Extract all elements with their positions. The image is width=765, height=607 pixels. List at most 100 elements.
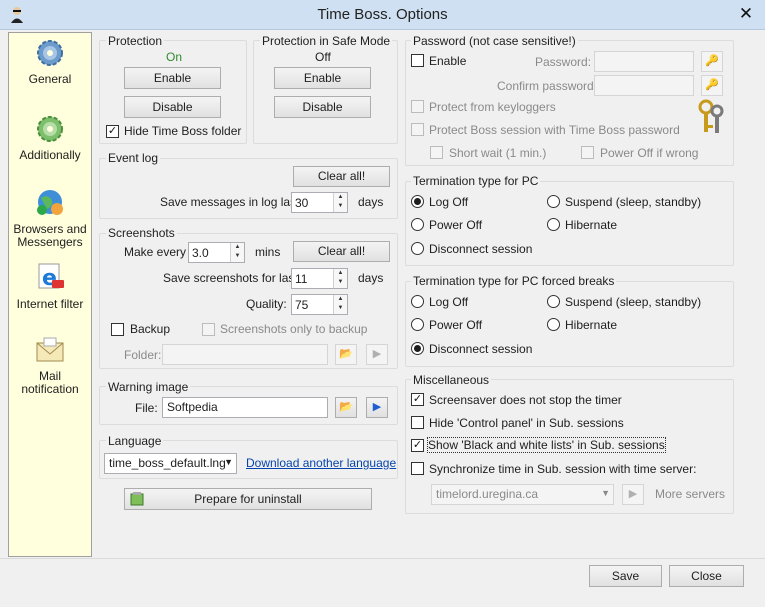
warning-browse-button[interactable]: 📂 <box>335 397 357 418</box>
forced-hibernate-radio[interactable] <box>547 318 560 331</box>
confirm-password-field[interactable] <box>594 75 694 96</box>
sidebar-item-label: Additionally <box>19 148 81 162</box>
safe-mode-enable-button[interactable]: Enable <box>274 67 371 89</box>
protection-disable-button[interactable]: Disable <box>124 96 221 118</box>
uninstall-icon <box>129 491 145 513</box>
safe-mode-disable-button[interactable]: Disable <box>274 96 371 118</box>
forced-suspend-radio[interactable] <box>547 295 560 308</box>
show-lists-checkbox[interactable]: ✓ <box>411 439 424 452</box>
misc-title: Miscellaneous <box>411 373 492 387</box>
backup-checkbox[interactable] <box>111 323 124 336</box>
sync-time-checkbox[interactable] <box>411 462 424 475</box>
hide-folder-checkbox[interactable]: ✓ <box>106 125 119 138</box>
screensaver-checkbox[interactable]: ✓ <box>411 393 424 406</box>
play-icon: ▶ <box>628 488 638 500</box>
termination-forced-title: Termination type for PC forced breaks <box>411 274 617 288</box>
key-button[interactable]: 🔑 <box>701 51 723 72</box>
backup-label: Backup <box>130 322 171 336</box>
language-selected: time_boss_default.lng <box>109 456 226 470</box>
sidebar-item-label: General <box>28 72 72 86</box>
password-label: Password: <box>535 55 592 69</box>
event-log-clear-button[interactable]: Clear all! <box>293 166 390 187</box>
confirm-password-label: Confirm password: <box>497 79 598 93</box>
prepare-uninstall-button[interactable]: Prepare for uninstall <box>124 488 372 510</box>
folder-browse-button[interactable]: 📂 <box>335 344 357 365</box>
folder-label: Folder: <box>124 348 162 362</box>
sidebar-item-additionally[interactable]: Additionally <box>9 113 91 162</box>
password-field[interactable] <box>594 51 694 72</box>
quality-spinner[interactable]: 75 ▲ ▼ <box>291 294 348 315</box>
termination-suspend-radio[interactable] <box>547 195 560 208</box>
warning-preview-button[interactable]: ▶ <box>366 397 388 418</box>
close-button[interactable]: Close <box>669 565 744 587</box>
spinner-arrows-icon[interactable]: ▲ ▼ <box>333 193 347 212</box>
keys-icon <box>695 99 727 138</box>
event-log-days-spinner[interactable]: 30 ▲ ▼ <box>291 192 348 213</box>
event-log-days-unit: days <box>358 195 384 209</box>
sidebar-item-general[interactable]: General <box>9 37 91 86</box>
protection-enable-button[interactable]: Enable <box>124 67 221 89</box>
forced-logoff-radio[interactable] <box>411 295 424 308</box>
play-icon: ▶ <box>372 348 382 360</box>
warning-file-field[interactable]: Softpedia <box>162 397 328 418</box>
title-bar: Time Boss. Options ✕ <box>0 0 765 30</box>
forced-poweroff-radio[interactable] <box>411 318 424 331</box>
sidebar-item-mail-notification[interactable]: Mail notification <box>9 334 91 396</box>
termination-poweroff-radio[interactable] <box>411 218 424 231</box>
spinner-arrows-icon[interactable]: ▲ ▼ <box>333 269 347 288</box>
sidebar-item-internet-filter[interactable]: e Internet filter <box>9 260 91 311</box>
termination-hibernate-radio[interactable] <box>547 218 560 231</box>
event-log-days-value: 30 <box>295 196 309 210</box>
safe-mode-status: Off <box>315 50 331 64</box>
boss-session-checkbox[interactable] <box>411 123 424 136</box>
sidebar-item-browsers[interactable]: Browsers and Messengers <box>9 185 91 249</box>
screenshot-interval-value: 3.0 <box>192 246 209 260</box>
forced-hibernate-label: Hibernate <box>565 318 618 332</box>
key-icon: 🔑 <box>705 79 719 91</box>
save-button[interactable]: Save <box>589 565 662 587</box>
time-server-select[interactable]: timelord.uregina.ca ▼ <box>431 484 614 505</box>
termination-logoff-radio[interactable] <box>411 195 424 208</box>
quality-label: Quality: <box>246 297 287 311</box>
password-enable-checkbox[interactable] <box>411 54 424 67</box>
language-select[interactable]: time_boss_default.lng ▼ <box>104 453 237 474</box>
screenshots-save-label: Save screenshots for last <box>163 271 298 285</box>
key-icon: 🔑 <box>705 55 719 67</box>
only-backup-checkbox[interactable] <box>202 323 215 336</box>
screenshots-title: Screenshots <box>106 226 177 240</box>
power-off-wrong-checkbox[interactable] <box>581 146 594 159</box>
sidebar-item-label: Browsers and Messengers <box>13 222 87 249</box>
spinner-arrows-icon[interactable]: ▲ ▼ <box>230 243 244 262</box>
short-wait-checkbox[interactable] <box>430 146 443 159</box>
termination-disconnect-radio[interactable] <box>411 242 424 255</box>
show-lists-label: Show 'Black and white lists' in Sub. ses… <box>427 437 666 453</box>
only-backup-label: Screenshots only to backup <box>220 322 368 336</box>
screenshot-interval-spinner[interactable]: 3.0 ▲ ▼ <box>188 242 245 263</box>
keyloggers-checkbox[interactable] <box>411 100 424 113</box>
folder-icon: 📂 <box>339 401 353 413</box>
screenshots-days-unit: days <box>358 271 384 285</box>
forced-logoff-label: Log Off <box>429 295 469 309</box>
folder-open-button[interactable]: ▶ <box>366 344 388 365</box>
hide-control-panel-checkbox[interactable] <box>411 416 424 429</box>
forced-disconnect-radio[interactable] <box>411 342 424 355</box>
hide-control-panel-label: Hide 'Control panel' in Sub. sessions <box>429 416 624 430</box>
more-servers-label: More servers <box>655 487 726 501</box>
download-language-link[interactable]: Download another language <box>246 456 396 470</box>
screenshots-clear-button[interactable]: Clear all! <box>293 241 390 262</box>
termination-suspend-label: Suspend (sleep, standby) <box>565 195 702 209</box>
close-window-button[interactable]: ✕ <box>735 3 757 25</box>
termination-disconnect-label: Disconnect session <box>429 242 533 256</box>
event-log-save-label: Save messages in log last <box>160 195 300 209</box>
warning-image-title: Warning image <box>106 380 191 394</box>
time-server-go-button[interactable]: ▶ <box>622 484 644 505</box>
password-enable-label: Enable <box>429 54 467 68</box>
event-log-title: Event log <box>106 151 161 165</box>
play-icon: ▶ <box>372 401 382 413</box>
confirm-key-button[interactable]: 🔑 <box>701 75 723 96</box>
forced-suspend-label: Suspend (sleep, standby) <box>565 295 702 309</box>
screenshots-days-spinner[interactable]: 11 ▲ ▼ <box>291 268 348 289</box>
spinner-arrows-icon[interactable]: ▲ ▼ <box>333 295 347 314</box>
folder-field[interactable] <box>162 344 328 365</box>
chevron-down-icon: ▼ <box>601 488 610 498</box>
